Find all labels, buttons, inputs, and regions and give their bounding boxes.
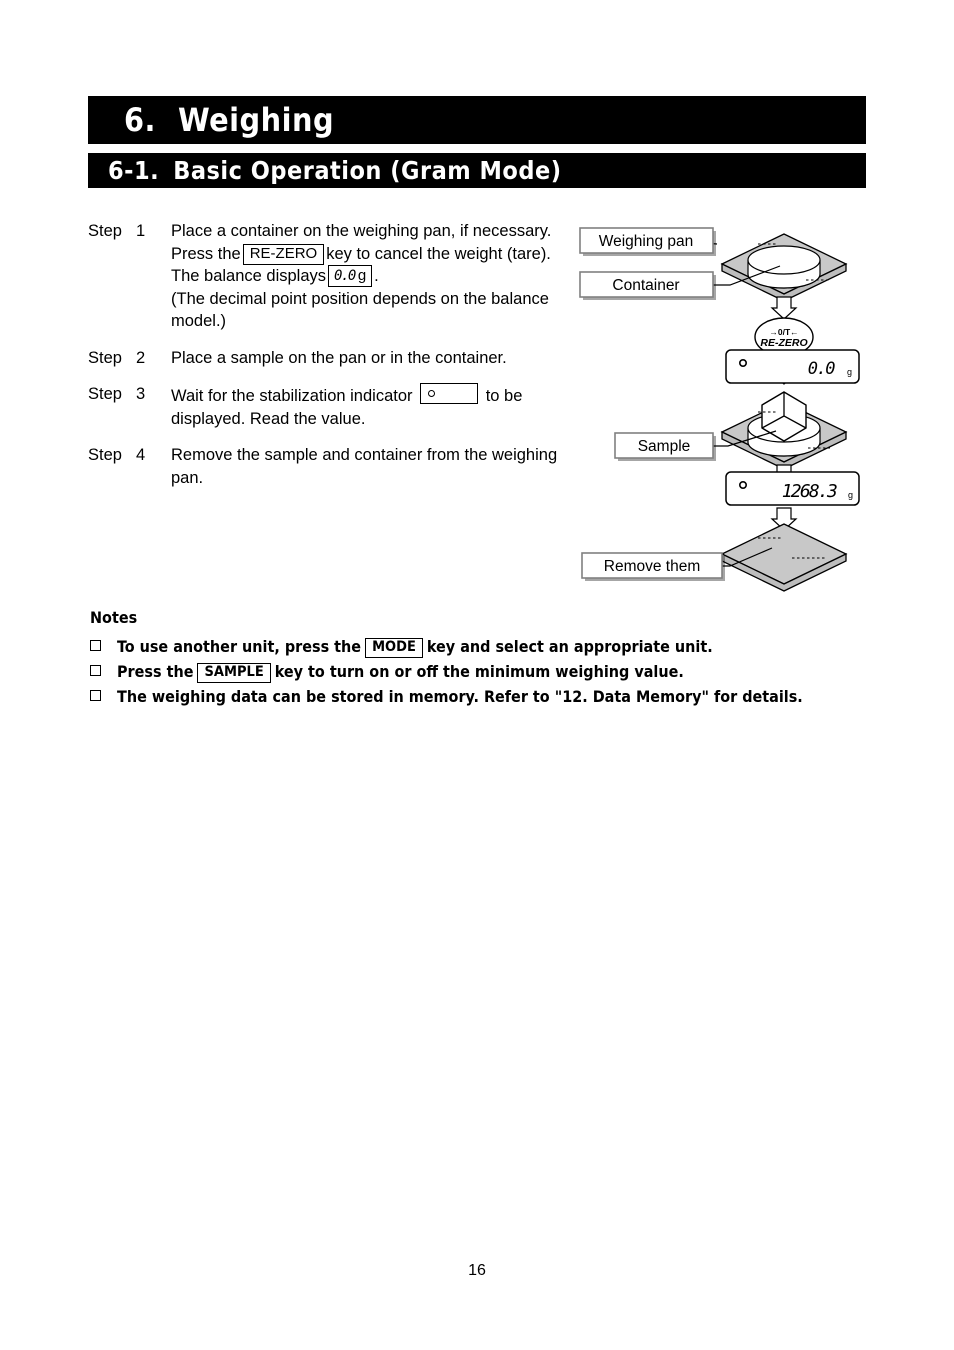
lcd-zero-unit: g — [357, 267, 367, 284]
step-1-text-e: (The decimal point position depends on t… — [171, 289, 549, 331]
square-bullet-icon — [90, 665, 101, 676]
section-heading-bar: 6-1. Basic Operation (Gram Mode) — [88, 153, 866, 188]
note-1-text-a: To use another unit, press the — [117, 637, 362, 656]
steps-list: Step 1 Place a container on the weighing… — [88, 220, 558, 503]
callout-sample-label: Sample — [638, 438, 691, 455]
callout-remove-them: Remove them — [581, 552, 725, 581]
square-bullet-icon — [90, 640, 101, 651]
section-number: 6-1. — [108, 156, 160, 185]
step-3-body: Wait for the stabilization indicator to … — [171, 383, 558, 430]
step-4-body: Remove the sample and container from the… — [171, 446, 558, 487]
callout-weighing-pan: Weighing pan — [579, 227, 716, 256]
step-1-text-b: Press the — [171, 244, 241, 263]
step-1-text-d: . — [374, 267, 379, 285]
rezero-key-inline[interactable]: RE-ZERO — [242, 243, 325, 265]
display-zero: 0.0 g — [725, 349, 860, 384]
sample-key-inline[interactable]: SAMPLE — [197, 663, 271, 683]
section-title: Basic Operation (Gram Mode) — [173, 156, 562, 185]
step-1-body: Place a container on the weighing pan, i… — [171, 220, 558, 333]
note-item-1: To use another unit, press the MODE key an… — [90, 634, 880, 659]
step-4: Step 4 Remove the sample and container f… — [88, 444, 558, 489]
step-2: Step 2 Place a sample on the pan or in t… — [88, 347, 558, 370]
note-2-text-a: Press the — [117, 662, 194, 681]
display-zero-value: 0.0 — [808, 359, 835, 379]
chapter-heading-bar: 6. Weighing — [88, 96, 866, 144]
step-1-text-a: Place a container on the weighing pan, i… — [171, 222, 552, 240]
chapter-number: 6. — [124, 101, 156, 139]
callout-sample: Sample — [614, 432, 716, 461]
note-3-text: The weighing data can be stored in memor… — [117, 687, 803, 706]
note-1-text-b: key and select an appropriate unit. — [426, 637, 713, 656]
display-zero-unit: g — [847, 367, 852, 377]
display-weight-unit: g — [848, 490, 853, 500]
stabilization-indicator-box — [420, 383, 479, 404]
step-2-number: 2 — [136, 348, 146, 367]
note-item-2: Press the SAMPLE key to turn on or off the… — [90, 659, 880, 684]
callout-container-label: Container — [612, 277, 679, 294]
rezero-main-label: RE-ZERO — [760, 337, 807, 349]
callout-weighing-pan-label: Weighing pan — [599, 233, 694, 250]
step-3: Step 3 Wait for the stabilization indica… — [88, 383, 558, 430]
step-3-text-a: Wait for the stabilization indicator — [171, 387, 413, 405]
callout-remove-them-label: Remove them — [604, 558, 700, 575]
chapter-title: Weighing — [177, 101, 335, 139]
square-bullet-icon — [90, 690, 101, 701]
weighing-procedure-diagram: →0/T← RE-ZERO 0.0 g 1268.3 g Weighing pa… — [570, 210, 880, 595]
step-2-body: Place a sample on the pan or in the cont… — [171, 348, 507, 367]
step-2-label: Step — [88, 348, 122, 367]
note-2-text-b: key to turn on or off the minimum weighi… — [274, 662, 684, 681]
step-4-label: Step — [88, 446, 122, 464]
step-1-label: Step — [88, 222, 122, 240]
arrow-down-icon — [771, 296, 797, 320]
notes-title: Notes — [90, 608, 138, 627]
mode-key-inline[interactable]: MODE — [365, 638, 423, 658]
step-4-number: 4 — [136, 446, 146, 464]
step-1: Step 1 Place a container on the weighing… — [88, 220, 558, 333]
lcd-zero-display-inline: 0.0 g — [328, 265, 373, 287]
step-3-number: 3 — [136, 385, 146, 403]
notes-section: Notes To use another unit, press the MODE… — [90, 608, 880, 709]
display-weight-value: 1268.3 — [782, 481, 837, 502]
rezero-top-label: →0/T← — [769, 327, 798, 337]
lcd-zero-value: 0.0 — [334, 268, 356, 284]
note-item-3: The weighing data can be stored in memor… — [90, 684, 880, 709]
step-1-number: 1 — [136, 222, 146, 240]
step-3-label: Step — [88, 385, 122, 403]
callout-container: Container — [579, 271, 716, 300]
page-number: 16 — [468, 1262, 486, 1279]
display-weight: 1268.3 g — [725, 471, 860, 506]
